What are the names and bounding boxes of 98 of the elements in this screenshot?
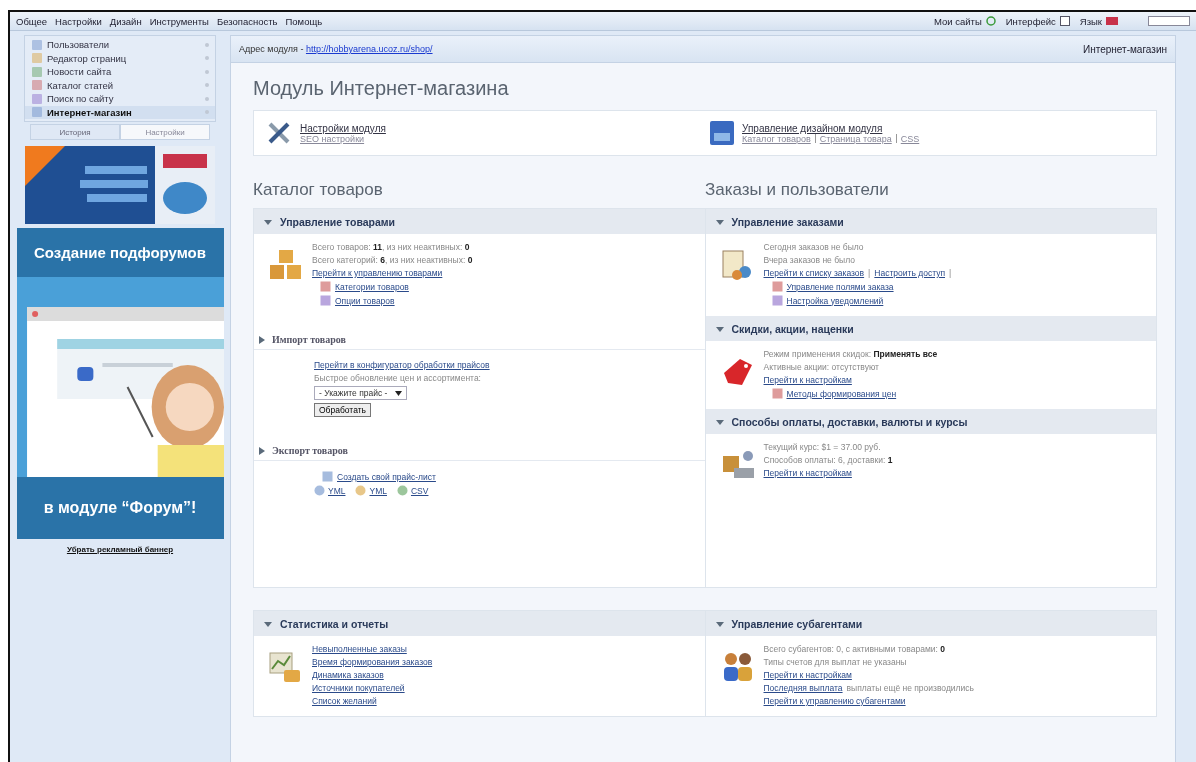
section-header[interactable]: Способы оплаты, доставки, валюты и курсы [705,409,1156,434]
settings-link[interactable]: Управление дизайном модуля [742,122,920,134]
sub-link[interactable]: Каталог товаров [742,133,811,144]
sidebar-tab[interactable]: История [30,124,120,140]
link[interactable]: Методы формирования цен [786,388,897,399]
link[interactable]: Категории товаров [335,281,409,292]
info-text: Всего категорий: 6, из них неактивных: 0 [312,255,473,265]
menu-item[interactable]: Дизайн [109,15,142,27]
module-address: Адрес модуля - http://hobbyarena.ucoz.ru/shop/ [239,44,433,54]
sidebar-item[interactable]: Пользователи [25,38,215,52]
sub-link[interactable]: CSS [900,133,920,144]
page-icon [31,65,43,78]
page-title: Модуль Интернет-магазина [253,77,510,100]
sidebar-item[interactable]: Новости сайта [25,65,215,79]
top-link[interactable]: Мои сайты [933,15,982,27]
remove-banner-link[interactable]: Убрать рекламный баннер [66,545,174,554]
section-header[interactable]: Статистика и отчеты [254,611,705,636]
module-url-link[interactable]: http://hobbyarena.ucoz.ru/shop/ [305,44,433,54]
document-icon [320,281,331,292]
flag-icon [1106,17,1118,25]
page-icon [31,79,43,92]
info-text: | [868,268,871,278]
menu-item[interactable]: Помощь [285,15,323,27]
menu-item[interactable]: Настройки [55,15,102,27]
link[interactable]: Перейти к настройкам [763,375,852,385]
link[interactable]: Перейти к управлению товарами [312,268,443,278]
page-icon [31,38,43,51]
info-text: Режим применения скидок: Применять все [763,349,938,359]
link[interactable]: Настройка уведомлений [786,295,884,306]
link[interactable]: Опции товаров [335,295,395,306]
link[interactable]: Перейти к настройкам [763,468,852,478]
tools-icon [266,120,292,146]
info-text: Всего товаров: 11, из них неактивных: 0 [312,242,470,252]
document-icon [771,295,783,306]
menu-item[interactable]: Инструменты [149,15,209,27]
section-header[interactable]: Управление заказами [705,209,1156,234]
info-text: выплаты ещё не производились [846,683,974,693]
process-button[interactable]: Обработать [314,403,371,417]
top-link[interactable]: Интерфейс [1005,15,1056,27]
document-icon [322,471,333,482]
menu-item[interactable]: Общее [16,15,48,27]
link[interactable]: Перейти к списку заказов [763,268,865,278]
link[interactable]: Время формирования заказов [312,657,433,667]
link[interactable]: YML [328,485,346,496]
subsection-header[interactable]: Импорт товаров [254,330,705,350]
info-text: Всего субагентов: 0, с активными товарами: 0 [763,644,945,654]
info-text: Вчера заказов не было [763,255,855,265]
top-link[interactable]: Язык [1079,15,1102,27]
subsection-header[interactable]: Экспорт товаров [254,441,705,461]
info-text: Текущий курс: $1 = 37.00 руб. [763,442,881,452]
sub-link[interactable]: Страница товара [819,133,892,144]
sidebar-tab[interactable]: Настройки [120,124,210,140]
document-icon [320,295,331,306]
sidebar-item[interactable]: Интернет-магазин [25,105,215,119]
info-text: Способов оплаты: 6, доставки: 1 [763,455,893,465]
sidebar-item[interactable]: Поиск по сайту [25,92,215,106]
module-name: Интернет-магазин [1083,43,1167,55]
section-header[interactable]: Управление субагентами [705,611,1156,636]
price-select[interactable]: - Укажите прайс - [314,386,408,400]
section-header[interactable]: Скидки, акции, наценки [705,316,1156,341]
caret-icon [395,390,403,396]
section-header[interactable]: Управление товарами [254,209,705,234]
link[interactable]: CSV [410,485,429,496]
menu-item[interactable]: Безопасность [216,15,278,27]
sub-link[interactable]: SEO настройки [300,133,365,144]
document-icon [771,388,783,399]
link[interactable]: Последняя выплата [763,683,843,693]
document-icon [771,281,783,292]
info-text: Типы счетов для выплат не указаны [763,657,907,667]
sidebar-item[interactable]: Каталог статей [25,78,215,92]
page-icon [31,92,43,105]
link[interactable]: Перейти в конфигуратор обработки прайсов [314,360,490,370]
link[interactable]: Динамика заказов [312,670,384,680]
window-icon [1059,16,1070,26]
settings-link[interactable]: Настройки модуля [300,122,386,134]
info-text: | [949,268,952,278]
link[interactable]: Настроить доступ [874,268,945,278]
link[interactable]: Создать свой прайс-лист [337,471,436,482]
ad-banner[interactable]: Создание подфорумов в модуле “Форум”! [16,228,224,539]
link[interactable]: Список желаний [312,696,377,706]
link[interactable]: YML [369,485,387,496]
window-icon [710,121,734,145]
link[interactable]: Невыполненные заказы [312,644,407,654]
banner-caption: в модуле “Форум”! [43,498,197,518]
banner-heading: Создание подфорумов [34,243,206,263]
info-text: Сегодня заказов не было [763,242,864,252]
page-icon [31,106,43,119]
input-field[interactable] [1148,16,1190,26]
page-icon [31,52,43,65]
info-text: Быстрое обновление цен и ассортимента: [314,373,481,383]
info-text: Активные акции: отсутствуют [763,362,879,372]
link[interactable]: Перейти к настройкам [763,670,852,680]
link[interactable]: Управление полями заказа [786,281,894,292]
sidebar-item[interactable]: Редактор страниц [25,51,215,65]
link[interactable]: Источники покупателей [312,683,405,693]
link[interactable]: Перейти к управлению субагентами [763,696,906,706]
section-heading: Заказы и пользователи [705,180,890,200]
section-heading: Каталог товаров [253,180,384,200]
